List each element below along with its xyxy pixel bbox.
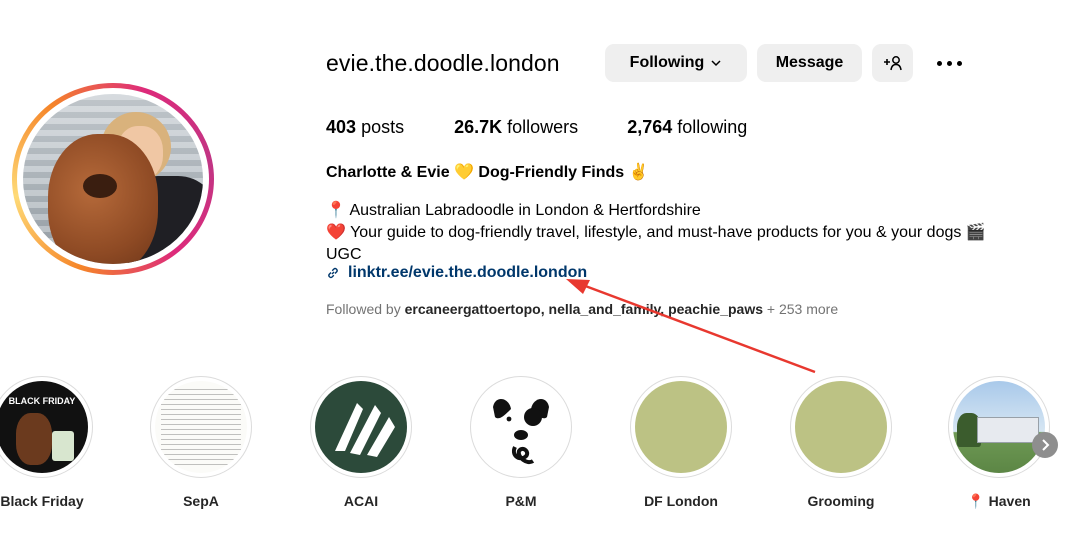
highlight-item[interactable]: SepA [149,376,253,509]
message-button-label: Message [775,54,844,71]
following-count[interactable]: 2,764 following [627,117,747,138]
chevron-down-icon [711,60,721,67]
story-highlights: BLACK FRIDAY Black Friday SepA ACAI P&M … [0,376,1080,526]
profile-link[interactable]: linktr.ee/evie.the.doodle.london [326,264,587,282]
highlight-cover [635,381,727,473]
highlight-cover [795,381,887,473]
highlight-label: SepA [183,493,219,509]
profile-bio: 📍 Australian Labradoodle in London & Her… [326,200,1056,266]
highlight-label: Grooming [807,493,875,509]
profile-avatar[interactable] [12,83,214,275]
bio-line: 📍 Australian Labradoodle in London & Her… [326,202,701,219]
more-options-icon [936,60,942,66]
followed-by[interactable]: Followed by ercaneergattoertopo, nella_a… [326,301,838,317]
link-icon [328,267,338,279]
highlight-label: 📍 Haven [967,493,1031,509]
profile-username: evie.the.doodle.london [326,50,560,76]
profile-link-text[interactable]: linktr.ee/evie.the.doodle.london [348,264,587,282]
highlight-cover [315,381,407,473]
highlight-label: Black Friday [0,493,84,509]
message-button[interactable]: Message [757,44,862,82]
highlight-cover [475,381,567,473]
profile-full-name: Charlotte & Evie 💛 Dog-Friendly Finds ✌️ [326,164,649,181]
bio-line: ❤️ Your guide to dog-friendly travel, li… [326,224,986,241]
highlight-item[interactable]: BLACK FRIDAY Black Friday [0,376,94,509]
highlight-label: DF London [644,493,718,509]
posts-count: 403 posts [326,117,405,137]
avatar-photo [23,94,203,264]
highlight-cover: BLACK FRIDAY [0,381,88,473]
bio-line: UGC [326,246,362,263]
following-button[interactable]: Following [605,44,747,82]
highlight-item[interactable]: P&M [469,376,573,509]
following-button-label: Following [629,54,705,71]
highlight-cover [953,381,1045,473]
highlight-label: P&M [505,493,537,509]
more-options-button[interactable] [932,48,966,78]
chevron-right-icon [1042,439,1050,451]
highlight-item[interactable]: Grooming [789,376,893,509]
highlights-next-button[interactable] [1032,432,1058,458]
highlight-item[interactable]: ACAI [309,376,413,509]
followed-by-names[interactable]: ercaneergattoertopo, nella_and_family, p… [405,301,763,317]
highlight-cover [155,381,247,473]
add-user-button[interactable] [872,44,913,82]
highlight-label: ACAI [343,493,379,509]
profile-stats: 403 posts 26.7K followers 2,764 followin… [326,117,747,138]
add-user-icon [883,56,902,71]
highlight-item[interactable]: DF London [629,376,733,509]
followers-count[interactable]: 26.7K followers [454,117,578,138]
avatar-border [17,88,209,270]
